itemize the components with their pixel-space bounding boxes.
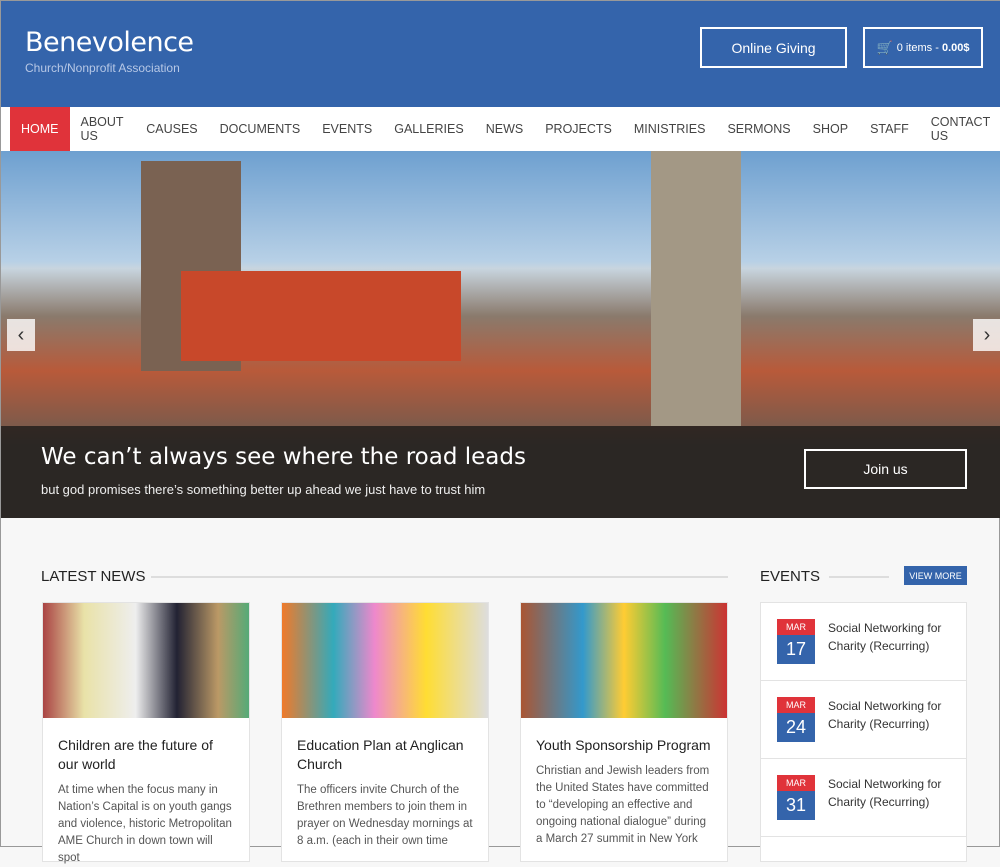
join-us-button[interactable]: Join us xyxy=(804,449,967,489)
nav-news[interactable]: NEWS xyxy=(475,107,535,151)
site-tagline: Church/Nonprofit Association xyxy=(25,61,180,75)
nav-sermons[interactable]: SERMONS xyxy=(716,107,801,151)
latest-news-heading: LATEST NEWS xyxy=(41,568,146,585)
nav-projects[interactable]: PROJECTS xyxy=(534,107,623,151)
divider xyxy=(829,576,889,578)
nav-causes[interactable]: CAUSES xyxy=(135,107,208,151)
nav-ministries[interactable]: MINISTRIES xyxy=(623,107,717,151)
event-date: MAR 24 xyxy=(777,697,815,742)
event-date: MAR 17 xyxy=(777,619,815,664)
event-day: 24 xyxy=(777,713,815,742)
news-image[interactable] xyxy=(282,603,488,718)
event-title[interactable]: Social Networking for Charity (Recurring… xyxy=(828,697,953,733)
event-item[interactable]: MAR 31 Social Networking for Charity (Rec… xyxy=(761,759,966,837)
nav-about-us[interactable]: ABOUT US xyxy=(70,107,136,151)
event-item[interactable]: MAR 24 Social Networking for Charity (Rec… xyxy=(761,681,966,759)
nav-documents[interactable]: DOCUMENTS xyxy=(209,107,312,151)
main-nav: HOME ABOUT US CAUSES DOCUMENTS EVENTS GA… xyxy=(1,107,1000,151)
slider-prev-arrow[interactable]: ‹ xyxy=(7,319,35,351)
event-day: 31 xyxy=(777,791,815,820)
news-card: Children are the future of our world At … xyxy=(42,602,250,864)
event-title[interactable]: Social Networking for Charity (Recurring… xyxy=(828,775,953,811)
news-excerpt: The officers invite Church of the Brethr… xyxy=(297,784,473,847)
event-month: MAR xyxy=(777,775,815,791)
events-list: MAR 17 Social Networking for Charity (Rec… xyxy=(760,602,967,862)
news-card: Youth Sponsorship Program Christian and … xyxy=(520,602,728,862)
online-giving-button[interactable]: Online Giving xyxy=(700,27,847,68)
news-excerpt: At time when the focus many in Nation’s … xyxy=(58,784,232,864)
site-header: Benevolence Church/Nonprofit Association… xyxy=(1,1,1000,107)
news-excerpt: Christian and Jewish leaders from the Un… xyxy=(536,765,710,845)
events-heading: EVENTS xyxy=(760,568,821,585)
town-hall-tower-image xyxy=(651,151,741,426)
event-month: MAR xyxy=(777,619,815,635)
nav-home[interactable]: HOME xyxy=(10,107,70,151)
cart-items: 0 items - xyxy=(896,41,939,54)
news-title[interactable]: Education Plan at Anglican Church xyxy=(297,736,473,774)
divider xyxy=(151,576,728,578)
nav-shop[interactable]: SHOP xyxy=(802,107,859,151)
cart-total: 0.00$ xyxy=(941,41,970,54)
event-month: MAR xyxy=(777,697,815,713)
nav-galleries[interactable]: GALLERIES xyxy=(383,107,474,151)
cart-button[interactable]: 🛒 0 items - 0.00$ xyxy=(863,27,983,68)
news-image[interactable] xyxy=(43,603,249,718)
news-card: Education Plan at Anglican Church The of… xyxy=(281,602,489,862)
nav-events[interactable]: EVENTS xyxy=(311,107,383,151)
site-logo[interactable]: Benevolence xyxy=(25,27,194,58)
news-title[interactable]: Youth Sponsorship Program xyxy=(536,736,712,755)
event-day: 17 xyxy=(777,635,815,664)
event-date: MAR 31 xyxy=(777,775,815,820)
online-giving-label: Online Giving xyxy=(731,39,816,56)
cart-icon: 🛒 xyxy=(876,39,893,55)
event-item[interactable]: MAR 17 Social Networking for Charity (Rec… xyxy=(761,603,966,681)
news-title[interactable]: Children are the future of our world xyxy=(58,736,234,774)
view-more-button[interactable]: VIEW MORE xyxy=(904,566,967,585)
church-roof-image xyxy=(181,271,461,361)
nav-contact-us[interactable]: CONTACT US xyxy=(920,107,1000,151)
nav-staff[interactable]: STAFF xyxy=(859,107,920,151)
hero-title: We can’t always see where the road leads xyxy=(41,444,526,470)
slider-next-arrow[interactable]: › xyxy=(973,319,1000,351)
news-image[interactable] xyxy=(521,603,727,718)
hero-slider: ‹ › We can’t always see where the road l… xyxy=(1,151,1000,518)
hero-caption: We can’t always see where the road leads… xyxy=(1,426,1000,518)
event-title[interactable]: Social Networking for Charity (Recurring… xyxy=(828,619,953,655)
hero-subtitle: but god promises there’s something bette… xyxy=(41,482,486,497)
